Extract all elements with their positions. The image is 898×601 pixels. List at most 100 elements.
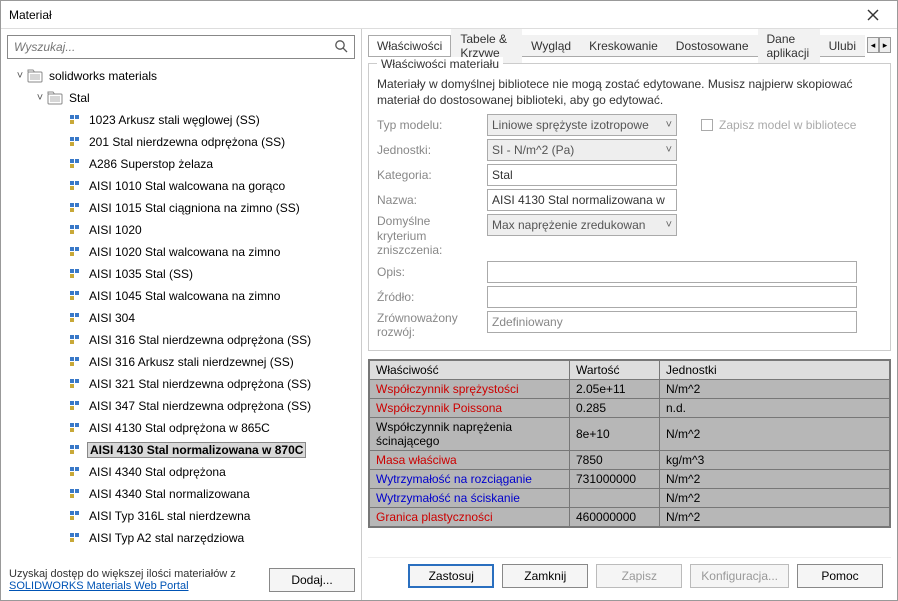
source-label: Źródło:: [377, 290, 487, 304]
tree-material-item[interactable]: AISI 4130 Stal normalizowana w 870C: [7, 439, 355, 461]
properties-table: WłaściwośćWartośćJednostkiWspółczynnik s…: [368, 359, 891, 528]
category-field[interactable]: Stal: [487, 164, 677, 186]
sustainability-field[interactable]: Zdefiniowany: [487, 311, 857, 333]
table-row[interactable]: Współczynnik Poissona0.285n.d.: [370, 399, 890, 418]
material-icon: [67, 398, 83, 414]
failure-criterion-select[interactable]: Max naprężenie zredukowan: [487, 214, 677, 236]
material-icon: [67, 464, 83, 480]
material-icon: [67, 178, 83, 194]
collapse-icon[interactable]: ˅: [33, 92, 47, 104]
material-icon: [67, 332, 83, 348]
tree-material-item[interactable]: AISI 1035 Stal (SS): [7, 263, 355, 285]
tab-strip: WłaściwościTabele & KrzyweWyglądKreskowa…: [368, 33, 865, 57]
tree-material-item[interactable]: AISI 316 Arkusz stali nierdzewnej (SS): [7, 351, 355, 373]
name-label: Nazwa:: [377, 193, 487, 207]
material-icon: [67, 508, 83, 524]
material-icon: [67, 266, 83, 282]
model-type-select[interactable]: Liniowe sprężyste izotropowe: [487, 114, 677, 136]
close-button-footer[interactable]: Zamknij: [502, 564, 588, 588]
material-icon: [67, 354, 83, 370]
tab-dane-aplikacji[interactable]: Dane aplikacji: [758, 29, 820, 63]
tree-material-item[interactable]: 201 Stal nierdzewna odprężona (SS): [7, 131, 355, 153]
name-field[interactable]: AISI 4130 Stal normalizowana w: [487, 189, 677, 211]
tab-ulubi[interactable]: Ulubi: [820, 35, 865, 56]
add-button[interactable]: Dodaj...: [269, 568, 355, 592]
material-icon: [67, 530, 83, 546]
material-icon: [67, 200, 83, 216]
config-button: Konfiguracja...: [690, 564, 789, 588]
units-label: Jednostki:: [377, 143, 487, 157]
table-row[interactable]: Współczynnik sprężystości2.05e+11N/m^2: [370, 380, 890, 399]
tree-material-item[interactable]: AISI 1020: [7, 219, 355, 241]
table-header: Właściwość: [370, 361, 570, 380]
table-row[interactable]: Granica plastyczności460000000N/m^2: [370, 508, 890, 527]
material-properties-group: Właściwości materiału Materiały w domyśl…: [368, 63, 891, 351]
close-button[interactable]: [853, 3, 893, 27]
tree-material-item[interactable]: AISI 304: [7, 307, 355, 329]
tree-material-item[interactable]: A286 Superstop żelaza: [7, 153, 355, 175]
units-select[interactable]: SI - N/m^2 (Pa): [487, 139, 677, 161]
material-icon: [67, 222, 83, 238]
criterion-label: Domyślne kryterium zniszczenia:: [377, 214, 487, 257]
tab-scroll-right[interactable]: ▸: [879, 37, 891, 53]
titlebar: Materiał: [1, 1, 897, 29]
search-input[interactable]: [12, 39, 332, 55]
source-field[interactable]: [487, 286, 857, 308]
tree-material-item[interactable]: AISI 1045 Stal walcowana na zimno: [7, 285, 355, 307]
window-title: Materiał: [9, 8, 853, 22]
material-icon: [67, 420, 83, 436]
material-icon: [67, 288, 83, 304]
description-field[interactable]: [487, 261, 857, 283]
tree-material-item[interactable]: AISI 316 Stal nierdzewna odprężona (SS): [7, 329, 355, 351]
folder-icon: [47, 90, 63, 106]
tree-material-item[interactable]: AISI 4340 Stal normalizowana: [7, 483, 355, 505]
tree-material-item[interactable]: AISI 1015 Stal ciągniona na zimno (SS): [7, 197, 355, 219]
material-icon: [67, 112, 83, 128]
material-tree-pane: ˅solidworks materials˅Stal1023 Arkusz st…: [1, 29, 362, 600]
tab-wygl-d[interactable]: Wygląd: [522, 35, 580, 56]
material-icon: [67, 156, 83, 172]
tree-root[interactable]: ˅solidworks materials: [7, 65, 355, 87]
table-row[interactable]: Współczynnik naprężenia ścinającego8e+10…: [370, 418, 890, 451]
tree-material-item[interactable]: AISI 347 Stal nierdzewna odprężona (SS): [7, 395, 355, 417]
search-box[interactable]: [7, 35, 355, 59]
table-header: Jednostki: [660, 361, 890, 380]
folder-icon: [27, 68, 43, 84]
table-row[interactable]: Wytrzymałość na ściskanieN/m^2: [370, 489, 890, 508]
tree-material-item[interactable]: AISI 4130 Stal odprężona w 865C: [7, 417, 355, 439]
material-icon: [67, 134, 83, 150]
table-header: Wartość: [570, 361, 660, 380]
tree-material-item[interactable]: AISI 1010 Stal walcowana na gorąco: [7, 175, 355, 197]
collapse-icon[interactable]: ˅: [13, 70, 27, 82]
category-label: Kategoria:: [377, 168, 487, 182]
web-portal-note: Uzyskaj dostęp do większej ilości materi…: [7, 564, 238, 596]
tree-material-item[interactable]: AISI 4340 Stal odprężona: [7, 461, 355, 483]
save-button: Zapisz: [596, 564, 682, 588]
dialog-footer: Zastosuj Zamknij Zapisz Konfiguracja... …: [368, 557, 891, 594]
table-row[interactable]: Wytrzymałość na rozciąganie731000000N/m^…: [370, 470, 890, 489]
tree-material-item[interactable]: 1023 Arkusz stali węglowej (SS): [7, 109, 355, 131]
tab-w-a-ciwo-ci[interactable]: Właściwości: [368, 35, 451, 56]
tree-category[interactable]: ˅Stal: [7, 87, 355, 109]
help-button[interactable]: Pomoc: [797, 564, 883, 588]
table-row[interactable]: Masa właściwa7850kg/m^3: [370, 451, 890, 470]
tab-kreskowanie[interactable]: Kreskowanie: [580, 35, 667, 56]
save-in-lib-checkbox[interactable]: [701, 119, 713, 131]
tree-material-item[interactable]: AISI 321 Stal nierdzewna odprężona (SS): [7, 373, 355, 395]
tree-material-item[interactable]: AISI Typ 316L stal nierdzewna: [7, 505, 355, 527]
tree-material-item[interactable]: AISI 1020 Stal walcowana na zimno: [7, 241, 355, 263]
material-tree[interactable]: ˅solidworks materials˅Stal1023 Arkusz st…: [7, 63, 355, 564]
group-description: Materiały w domyślnej bibliotece nie mog…: [377, 76, 882, 108]
tab-scroll-left[interactable]: ◂: [867, 37, 879, 53]
material-dialog: Materiał ˅solidworks materials˅Stal1023 …: [0, 0, 898, 601]
group-title: Właściwości materiału: [377, 57, 503, 71]
properties-pane: WłaściwościTabele & KrzyweWyglądKreskowa…: [362, 29, 897, 600]
material-icon: [67, 442, 83, 458]
material-icon: [67, 244, 83, 260]
material-icon: [67, 376, 83, 392]
apply-button[interactable]: Zastosuj: [408, 564, 494, 588]
description-label: Opis:: [377, 265, 487, 279]
tree-material-item[interactable]: AISI Typ A2 stal narzędziowa: [7, 527, 355, 549]
web-portal-link[interactable]: SOLIDWORKS Materials Web Portal: [9, 580, 189, 592]
tab-dostosowane[interactable]: Dostosowane: [667, 35, 758, 56]
